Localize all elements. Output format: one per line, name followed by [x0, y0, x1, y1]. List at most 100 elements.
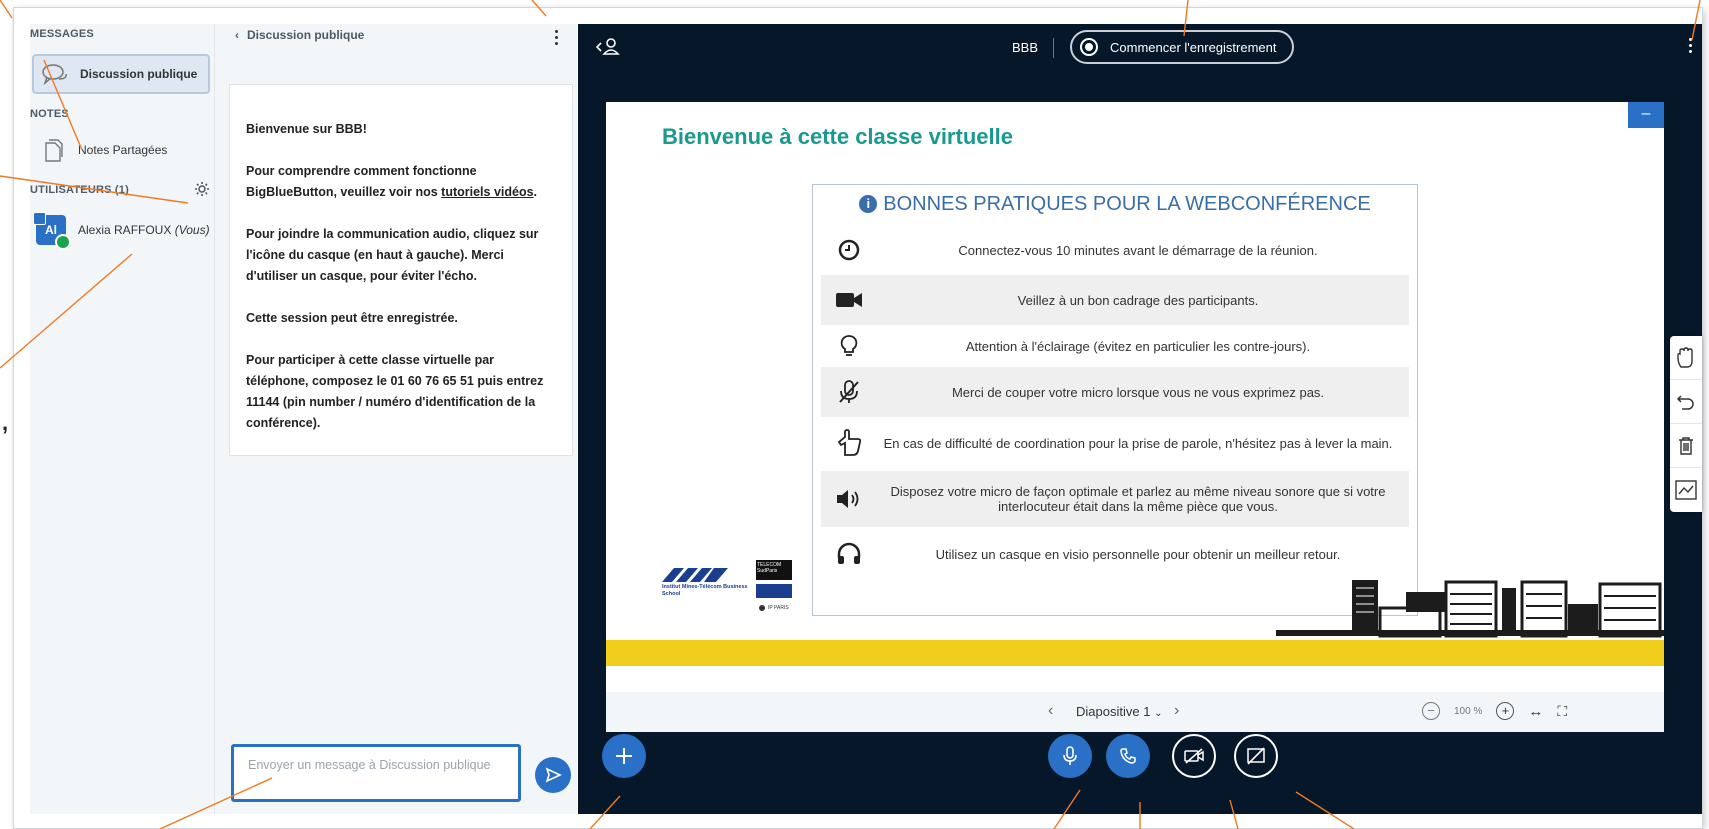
chat-panel: ‹ Discussion publique Bienvenue sur BBB! …	[214, 24, 577, 814]
chat-message-input[interactable]: Envoyer un message à Discussion publique	[231, 744, 521, 802]
send-icon	[545, 767, 562, 783]
leave-audio-button[interactable]	[1106, 734, 1150, 778]
table-title: i BONNES PRATIQUES POUR LA WEBCONFÉRENCE	[813, 185, 1417, 223]
svg-text:,: ,	[2, 410, 8, 435]
users-section-title: UTILISATEURS (1)	[30, 184, 129, 196]
public-chat-label: Discussion publique	[80, 67, 198, 81]
multi-user-whiteboard-icon[interactable]	[1670, 468, 1702, 511]
user-list-item[interactable]: Al Alexia RAFFOUX (Vous)	[32, 210, 210, 250]
table-title-text: BONNES PRATIQUES POUR LA WEBCONFÉRENCE	[883, 193, 1371, 215]
table-row: Veillez à un bon cadrage des participant…	[821, 275, 1409, 325]
mic-off-icon	[821, 379, 877, 405]
user-you-suffix: (Vous)	[174, 223, 210, 237]
chevron-down-icon: ⌄	[1154, 708, 1163, 719]
meeting-name: BBB	[1012, 40, 1039, 55]
action-bar	[578, 732, 1702, 814]
building-skyline-illustration	[1276, 580, 1664, 638]
microphone-icon	[1063, 746, 1077, 765]
best-practices-table: i BONNES PRATIQUES POUR LA WEBCONFÉRENCE …	[812, 184, 1418, 616]
imt-logo-text: Institut Mines-Télécom Business School	[662, 584, 748, 597]
share-screen-button[interactable]	[1234, 734, 1278, 778]
slide-title: Bienvenue à cette classe virtuelle	[662, 124, 1013, 149]
zoom-in-icon[interactable]: +	[1496, 702, 1515, 720]
zoom-level: 100 %	[1454, 705, 1483, 717]
table-row: Attention à l'éclairage (évitez en parti…	[821, 321, 1409, 371]
avatar: Al	[33, 212, 71, 250]
chevron-left-icon: ‹	[235, 28, 239, 42]
chat-back-button[interactable]: ‹ Discussion publique	[235, 28, 364, 42]
video-off-icon	[1184, 748, 1204, 764]
school-logos: Institut Mines-Télécom Business School T…	[662, 558, 802, 625]
telecom-logo-text: TELECOM SudParis	[757, 562, 782, 574]
toggle-userlist-icon[interactable]	[594, 36, 620, 63]
previous-slide-button[interactable]: ‹	[1048, 702, 1053, 720]
presentation-slide: Bienvenue à cette classe virtuelle i BONN…	[606, 102, 1664, 692]
undo-icon[interactable]	[1670, 380, 1702, 424]
sidebar-item-shared-notes[interactable]: Notes Partagées	[32, 130, 210, 170]
presentation-area: BBB Commencer l'enregistrement Bienvenue…	[578, 24, 1702, 814]
table-row: Merci de couper votre micro lorsque vous…	[821, 367, 1409, 417]
avatar-initials: Al	[45, 223, 57, 237]
options-kebab-icon[interactable]	[1689, 38, 1692, 53]
chat-options-kebab-icon[interactable]	[555, 30, 558, 45]
actions-plus-button[interactable]	[602, 734, 646, 778]
record-button[interactable]: Commencer l'enregistrement	[1070, 30, 1294, 64]
welcome-message: Bienvenue sur BBB! Pour comprendre comme…	[229, 84, 573, 456]
row-text: Connectez-vous 10 minutes avant le démar…	[958, 242, 1318, 258]
record-label: Commencer l'enregistrement	[1110, 39, 1277, 55]
user-settings-gear-icon[interactable]	[194, 181, 210, 202]
tutorial-text-end: .	[533, 185, 538, 199]
record-icon	[1080, 38, 1098, 56]
chat-title: Discussion publique	[247, 28, 365, 42]
user-name-text: Alexia RAFFOUX	[78, 223, 172, 237]
volume-icon	[821, 488, 877, 510]
clock-icon	[821, 239, 877, 261]
user-list-panel: MESSAGES Discussion publique NOTES Notes…	[30, 24, 214, 814]
table-row: Disposez votre micro de façon optimale e…	[821, 471, 1409, 527]
zoom-out-icon[interactable]: −	[1422, 702, 1440, 720]
next-slide-button[interactable]: ›	[1174, 702, 1179, 720]
phone-icon	[1120, 748, 1136, 764]
row-text: En cas de difficulté de coordination pou…	[883, 435, 1393, 451]
minimize-presentation-button[interactable]: –	[1628, 102, 1664, 128]
headphones-icon	[821, 542, 877, 566]
hand-tool-icon[interactable]	[1670, 336, 1702, 380]
screen-share-off-icon	[1247, 747, 1265, 765]
table-row: Utilisez un casque en visio personnelle …	[821, 529, 1409, 579]
tutorial-link[interactable]: tutoriels vidéos	[441, 185, 533, 199]
row-text: Disposez votre micro de façon optimale e…	[890, 484, 1386, 514]
user-name: Alexia RAFFOUX (Vous)	[78, 223, 210, 237]
whiteboard-toolbar	[1670, 336, 1702, 512]
chat-bubbles-icon	[40, 61, 70, 87]
recording-paragraph: Cette session peut être enregistrée.	[246, 311, 458, 325]
welcome-line: Bienvenue sur BBB!	[246, 122, 367, 136]
notes-section-title: NOTES	[30, 108, 69, 120]
audio-paragraph: Pour joindre la communication audio, cli…	[246, 227, 539, 283]
table-row: Connectez-vous 10 minutes avant le démar…	[821, 225, 1409, 275]
ip-paris-logo-text: IP PARIS	[768, 605, 789, 611]
row-text: Veillez à un bon cadrage des participant…	[1017, 292, 1259, 308]
messages-section-title: MESSAGES	[30, 28, 94, 40]
share-webcam-button[interactable]	[1172, 734, 1216, 778]
phone-paragraph: Pour participer à cette classe virtuelle…	[246, 353, 544, 430]
row-text: Attention à l'éclairage (évitez en parti…	[965, 338, 1311, 354]
divider	[1053, 38, 1054, 58]
zoom-controls: − 100 % + ↔ ⛶	[1422, 702, 1567, 720]
document-icon	[38, 137, 68, 163]
fit-width-icon[interactable]: ↔	[1528, 703, 1543, 720]
mute-microphone-button[interactable]	[1048, 734, 1092, 778]
video-camera-icon	[821, 291, 877, 309]
table-row: En cas de difficulté de coordination pou…	[821, 415, 1409, 471]
mic-status-icon	[55, 234, 71, 250]
shared-notes-label: Notes Partagées	[78, 143, 168, 157]
slide-footer-band	[606, 640, 1664, 666]
slide-label: Diapositive 1	[1076, 704, 1151, 719]
row-text: Merci de couper votre micro lorsque vous…	[951, 384, 1325, 400]
slide-controls: ‹ Diapositive 1 ⌄ › − 100 % + ↔ ⛶	[606, 692, 1664, 732]
sidebar-item-public-chat[interactable]: Discussion publique	[32, 54, 210, 94]
lightbulb-icon	[821, 334, 877, 358]
fullscreen-icon[interactable]: ⛶	[1557, 703, 1567, 720]
send-message-button[interactable]	[535, 757, 571, 793]
slide-selector[interactable]: Diapositive 1 ⌄	[1076, 704, 1162, 719]
trash-icon[interactable]	[1670, 424, 1702, 468]
